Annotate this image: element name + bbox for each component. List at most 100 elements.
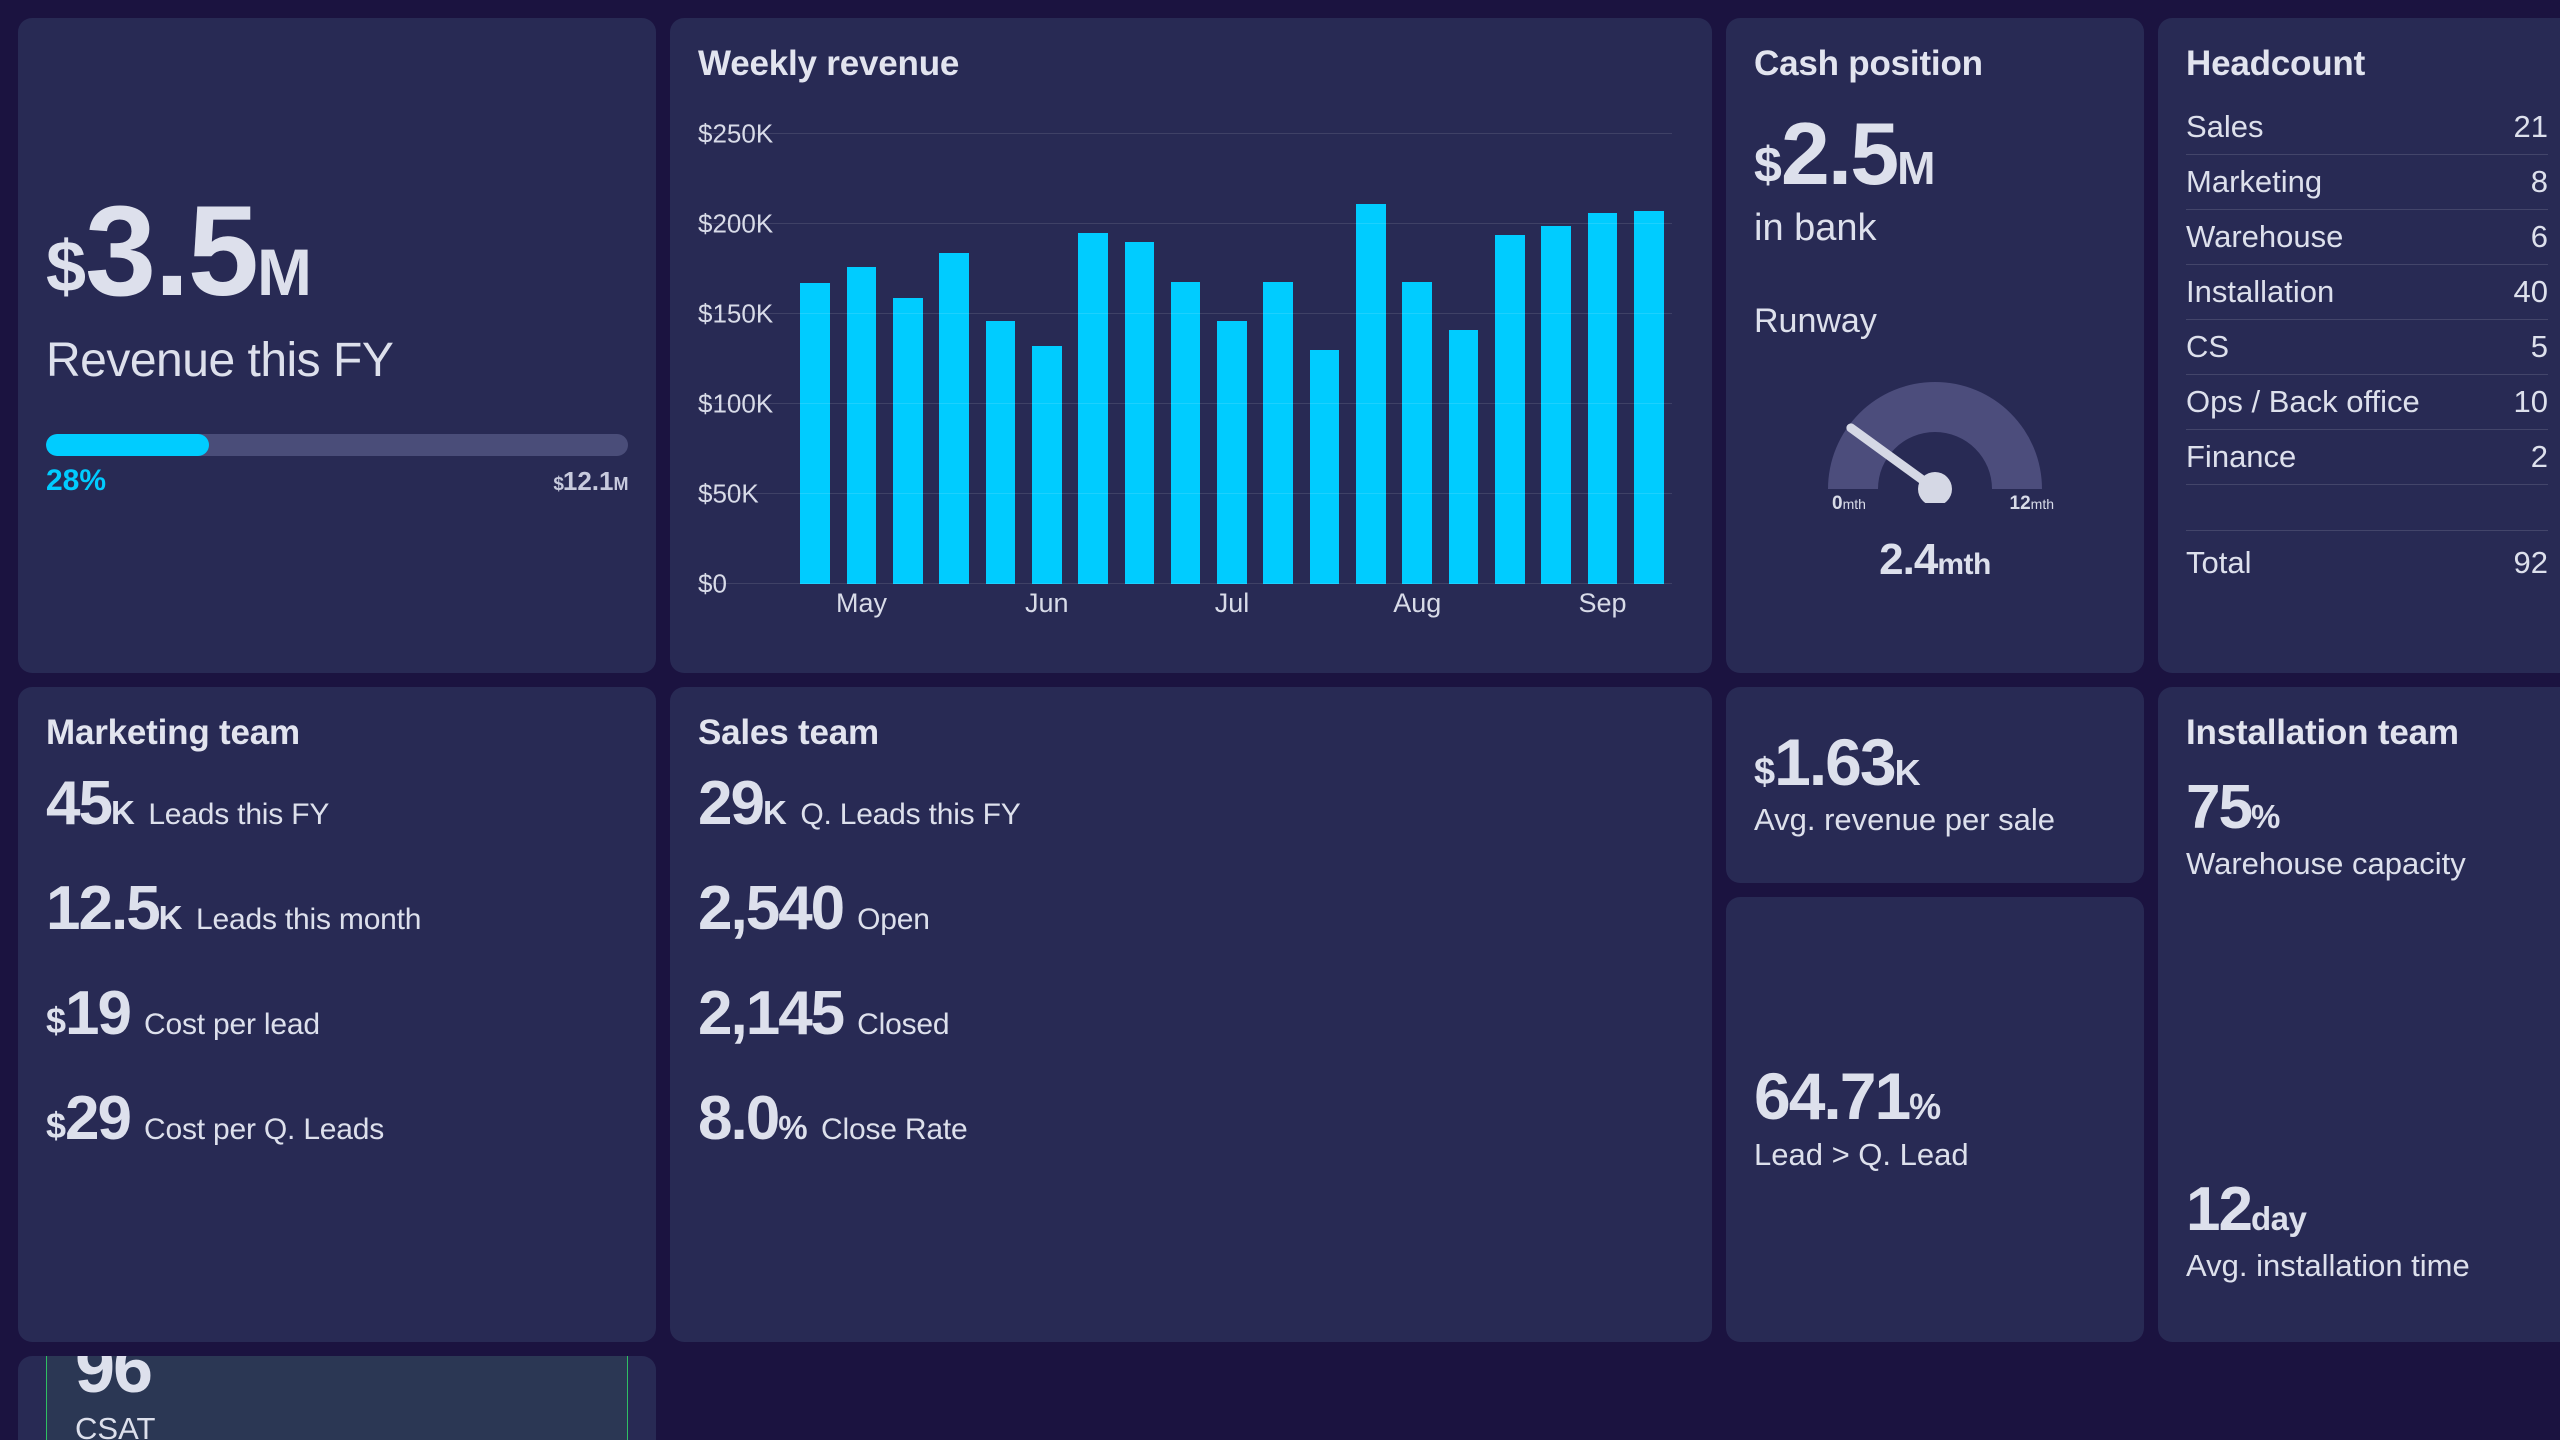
dashboard-grid: $3.5M Revenue this FY 28% $12.1M Weekly … bbox=[18, 18, 2560, 1440]
marketing-metric-number: 12.5 bbox=[46, 874, 161, 944]
chart-bar bbox=[939, 252, 969, 584]
marketing-metric-value: $19 bbox=[46, 983, 132, 1045]
chart-bar-slot bbox=[1348, 134, 1394, 584]
chart-bar bbox=[1263, 281, 1294, 584]
sales-metric-row: 2,145 Closed bbox=[698, 983, 1684, 1045]
sales-team-title: Sales team bbox=[698, 713, 879, 752]
headcount-row: Warehouse 6 bbox=[2186, 210, 2548, 265]
sales-metric-value: 29K bbox=[698, 773, 787, 835]
chart-bar-slot bbox=[1626, 134, 1672, 584]
chart-x-tick-label: May bbox=[835, 588, 887, 618]
marketing-metric-row: $19 Cost per lead bbox=[46, 983, 628, 1045]
installation-metric-number: 12 bbox=[2186, 1174, 2253, 1244]
headcount-row-value: 40 bbox=[2513, 274, 2548, 309]
chart-bar-slot bbox=[931, 134, 977, 584]
installation-metric: 75% Warehouse capacity bbox=[2186, 777, 2548, 882]
headcount-row-label: Finance bbox=[2186, 439, 2297, 474]
headcount-row: Sales 21 bbox=[2186, 100, 2548, 155]
marketing-metric-label: Leads this month bbox=[196, 903, 422, 937]
revenue-unit: M bbox=[256, 235, 312, 310]
sales-metric-number: 2,540 bbox=[698, 874, 845, 944]
chart-bar bbox=[1587, 213, 1618, 584]
chart-gridline bbox=[698, 493, 1672, 494]
headcount-row-label: Marketing bbox=[2186, 164, 2323, 199]
lead-conversion-value: 64.71% bbox=[1754, 1063, 2116, 1129]
chart-x-axis: May Jun Jul Aug Sep bbox=[792, 588, 1672, 628]
installation-metrics: 75% Warehouse capacity 12day Avg. installat… bbox=[2186, 777, 2548, 1284]
support-team-card: Support Team 12min FRT 96 CSAT bbox=[18, 1356, 656, 1440]
marketing-metric-row: 45K Leads this FY bbox=[46, 773, 628, 835]
chart-gridline bbox=[698, 313, 1672, 314]
headcount-spacer bbox=[2186, 485, 2548, 531]
marketing-metric-number: 29 bbox=[65, 1084, 132, 1154]
dashboard: $3.5M Revenue this FY 28% $12.1M Weekly … bbox=[0, 0, 2560, 1440]
headcount-row: Installation 40 bbox=[2186, 265, 2548, 320]
headcount-card: Headcount Sales 21 Marketing 8 Warehouse 6 Ins… bbox=[2158, 18, 2560, 673]
chart-bar-slot bbox=[1579, 134, 1625, 584]
csat-number: 96 bbox=[75, 1356, 153, 1408]
currency-prefix: $ bbox=[46, 227, 86, 308]
runway-gauge: 0mth 12mth bbox=[1754, 353, 2116, 543]
headcount-row-value: 8 bbox=[2530, 164, 2548, 199]
chart-bar bbox=[800, 283, 830, 584]
headcount-list: Sales 21 Marketing 8 Warehouse 6 Installation 4… bbox=[2186, 100, 2548, 485]
headcount-row-value: 21 bbox=[2513, 109, 2548, 144]
weekly-revenue-card: Weekly revenue $0 $50K $100K $150K $200K $250… bbox=[670, 18, 1712, 673]
sales-metric-label: Q. Leads this FY bbox=[800, 798, 1021, 831]
chart-bar-slot bbox=[1440, 134, 1486, 584]
installation-metric-unit: day bbox=[2250, 1199, 2307, 1237]
chart-bar bbox=[1541, 225, 1571, 584]
progress-track bbox=[46, 433, 628, 456]
sales-metric-value: 8.0% bbox=[698, 1088, 808, 1150]
installation-metric-value: 75% bbox=[2186, 777, 2548, 839]
headcount-row-value: 6 bbox=[2530, 219, 2548, 254]
revenue-hero-card: $3.5M Revenue this FY 28% $12.1M bbox=[18, 18, 656, 673]
chart-gridline bbox=[698, 583, 1672, 584]
progress-percent-label: 28% bbox=[46, 463, 107, 497]
headcount-row-label: Warehouse bbox=[2186, 219, 2344, 254]
marketing-metric-value: 12.5K bbox=[46, 878, 183, 940]
chart-bar bbox=[1356, 204, 1386, 584]
installation-metric-number: 75 bbox=[2186, 773, 2253, 842]
headcount-row-label: Installation bbox=[2186, 274, 2335, 309]
chart-bar-slot bbox=[1301, 134, 1347, 584]
marketing-metric-row: $29 Cost per Q. Leads bbox=[46, 1088, 628, 1150]
installation-metric-value: 12day bbox=[2186, 1178, 2548, 1240]
chart-bar bbox=[1309, 350, 1340, 584]
avg-revenue-unit: K bbox=[1894, 751, 1921, 793]
chart-bar-slot bbox=[1487, 134, 1533, 584]
sales-metric-number: 29 bbox=[698, 769, 765, 838]
sales-metric-value: 2,540 bbox=[698, 878, 845, 940]
gauge-svg bbox=[1828, 381, 2042, 503]
chart-bar-slot bbox=[1533, 134, 1579, 584]
chart-y-tick-label: $50K bbox=[698, 478, 759, 509]
headcount-title: Headcount bbox=[2186, 44, 2366, 83]
avg-revenue-number: 1.63 bbox=[1774, 724, 1896, 799]
goal-number: 12.1 bbox=[562, 465, 614, 496]
sales-metric-label: Open bbox=[857, 903, 930, 937]
chart-bar-slot bbox=[1394, 134, 1440, 584]
cash-number: 2.5 bbox=[1780, 104, 1899, 203]
marketing-metric-number: 45 bbox=[46, 769, 113, 838]
chart-bar-slot bbox=[838, 134, 884, 584]
progress-fill bbox=[46, 433, 209, 456]
chart-bar-slot bbox=[1116, 134, 1162, 584]
cash-currency-prefix: $ bbox=[1754, 137, 1782, 193]
installation-metric: 12day Avg. installation time bbox=[2186, 1178, 2548, 1284]
sales-metric-label: Close Rate bbox=[821, 1113, 968, 1147]
chart-gridline bbox=[698, 403, 1672, 404]
chart-y-tick-label: $100K bbox=[698, 388, 774, 419]
marketing-metric-number: 19 bbox=[65, 979, 132, 1049]
headcount-row: CS 5 bbox=[2186, 320, 2548, 375]
chart-bar bbox=[1448, 330, 1479, 584]
chart-bar bbox=[892, 297, 923, 584]
sales-metric-number: 8.0 bbox=[698, 1084, 780, 1154]
cash-position-title: Cash position bbox=[1754, 44, 1983, 83]
marketing-metric-label: Leads this FY bbox=[148, 798, 330, 831]
revenue-progress: 28% $12.1M bbox=[46, 433, 628, 498]
headcount-total-label: Total bbox=[2186, 545, 2252, 580]
headcount-row-value: 5 bbox=[2530, 329, 2548, 364]
marketing-team-title: Marketing team bbox=[46, 713, 300, 752]
currency-prefix: $ bbox=[46, 1105, 66, 1147]
revenue-hero-label: Revenue this FY bbox=[46, 333, 394, 387]
